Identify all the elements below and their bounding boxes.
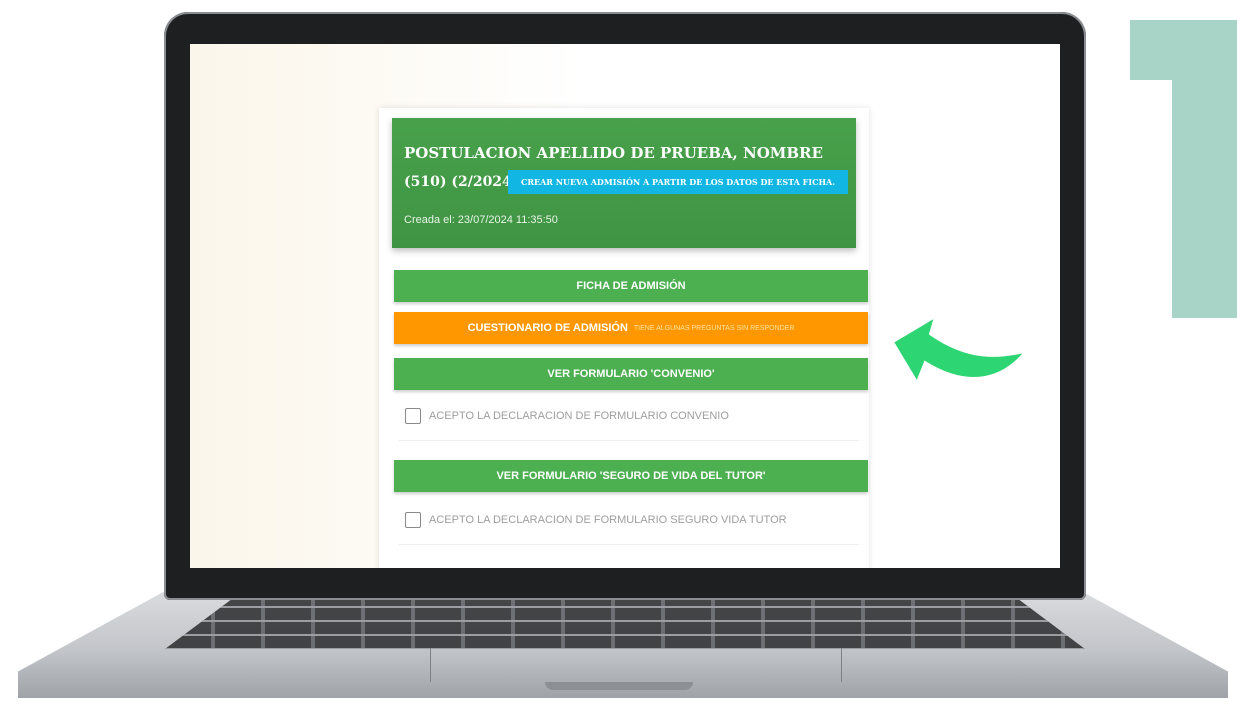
decorative-number-one-stem: [1172, 20, 1237, 318]
laptop-trackpad: [430, 648, 842, 682]
insurance-checkbox-row[interactable]: ACEPTO LA DECLARACION DE FORMULARIO SEGU…: [405, 512, 787, 528]
admission-form-button[interactable]: FICHA DE ADMISIÓN: [394, 270, 868, 302]
insurance-form-label: VER FORMULARIO 'SEGURO DE VIDA DEL TUTOR…: [496, 470, 766, 482]
questionnaire-label: CUESTIONARIO DE ADMISIÓN: [467, 322, 628, 334]
new-admission-button[interactable]: CREAR NUEVA ADMISIÓN A PARTIR DE LOS DAT…: [508, 170, 848, 194]
laptop-notch: [545, 682, 693, 690]
insurance-checkbox-label: ACEPTO LA DECLARACION DE FORMULARIO SEGU…: [429, 514, 787, 526]
divider: [399, 440, 859, 441]
created-date: Creada el: 23/07/2024 11:35:50: [404, 214, 558, 226]
divider: [399, 544, 859, 545]
admission-header-card: POSTULACION APELLIDO DE PRUEBA, NOMBRE (…: [392, 118, 856, 248]
agreement-checkbox-row[interactable]: ACEPTO LA DECLARACION DE FORMULARIO CONV…: [405, 408, 729, 424]
admission-id: (510) (2/2024): [404, 174, 519, 190]
agreement-checkbox-label: ACEPTO LA DECLARACION DE FORMULARIO CONV…: [429, 410, 729, 422]
laptop-keyboard-rows: [165, 594, 1085, 649]
agreement-form-button[interactable]: VER FORMULARIO 'CONVENIO': [394, 358, 868, 390]
checkbox-icon[interactable]: [405, 408, 421, 424]
applicant-title: POSTULACION APELLIDO DE PRUEBA, NOMBRE: [404, 144, 823, 162]
checkbox-icon[interactable]: [405, 512, 421, 528]
questionnaire-button[interactable]: CUESTIONARIO DE ADMISIÓN TIENE ALGUNAS P…: [394, 312, 868, 344]
questionnaire-warning: TIENE ALGUNAS PREGUNTAS SIN RESPONDER: [633, 324, 795, 332]
insurance-form-button[interactable]: VER FORMULARIO 'SEGURO DE VIDA DEL TUTOR…: [394, 460, 868, 492]
pointer-arrow-icon: [891, 314, 1028, 385]
admission-panel: POSTULACION APELLIDO DE PRUEBA, NOMBRE (…: [379, 108, 869, 568]
laptop-screen: POSTULACION APELLIDO DE PRUEBA, NOMBRE (…: [190, 44, 1060, 568]
admission-form-label: FICHA DE ADMISIÓN: [576, 280, 686, 292]
agreement-form-label: VER FORMULARIO 'CONVENIO': [547, 368, 715, 380]
